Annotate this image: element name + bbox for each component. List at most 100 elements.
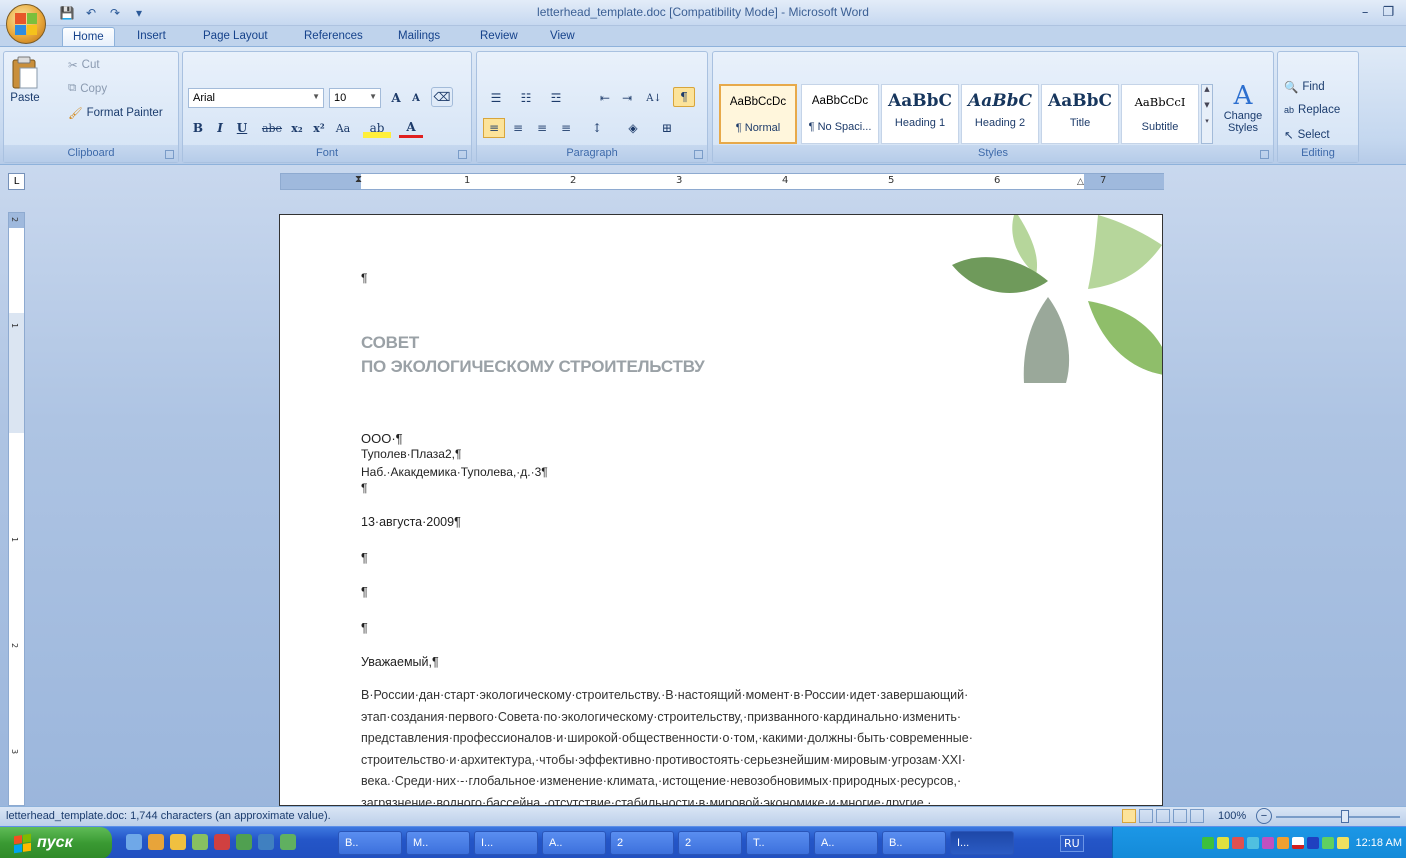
taskbar-button[interactable]: A.. (542, 831, 606, 855)
app-icon[interactable] (236, 834, 252, 850)
vertical-ruler[interactable]: 2 1 1 2 3 (8, 212, 25, 806)
taskbar-button[interactable]: B.. (882, 831, 946, 855)
sort-button[interactable]: A↓ (643, 88, 665, 108)
app-icon[interactable] (258, 834, 274, 850)
justify-icon[interactable]: ≡ (555, 118, 577, 138)
clock[interactable]: 12:18 AM (1356, 837, 1402, 849)
tab-insert[interactable]: Insert (137, 30, 166, 42)
bullets-icon[interactable]: ☰ (483, 88, 509, 108)
firefox-icon[interactable] (148, 834, 164, 850)
minimize-button[interactable]: – (1362, 5, 1369, 20)
restore-button[interactable]: ❐ (1382, 5, 1394, 20)
subscript-button[interactable]: x₂ (287, 118, 307, 138)
select-button[interactable]: ↖ Select (1284, 128, 1330, 142)
grow-font-button[interactable]: A (387, 88, 405, 108)
media-icon[interactable] (214, 834, 230, 850)
right-indent-marker-icon[interactable]: △ (1077, 177, 1084, 187)
format-painter-button[interactable]: 🖌 Format Painter (68, 106, 163, 120)
draft-icon[interactable] (1190, 809, 1204, 823)
paragraph-launcher-icon[interactable] (694, 150, 703, 159)
tab-review[interactable]: Review (480, 30, 518, 42)
font-launcher-icon[interactable] (458, 150, 467, 159)
tab-references[interactable]: References (304, 30, 363, 42)
font-name-combo[interactable]: Arial ▼ (188, 88, 324, 108)
globe-icon[interactable] (192, 834, 208, 850)
style-normal[interactable]: AaBbCcDc ¶ Normal (719, 84, 797, 144)
align-left-icon[interactable]: ≡ (483, 118, 505, 138)
replace-button[interactable]: ab Replace (1284, 104, 1340, 116)
tray-icon[interactable] (1231, 837, 1244, 849)
shrink-font-button[interactable]: A (407, 88, 425, 108)
taskbar-button[interactable]: 2 (610, 831, 674, 855)
tray-icon[interactable] (1321, 837, 1334, 849)
align-center-icon[interactable]: ≡ (507, 118, 529, 138)
sun-icon[interactable] (170, 834, 186, 850)
volume-icon[interactable] (1336, 837, 1349, 849)
tray-icon[interactable] (1261, 837, 1274, 849)
clipboard-launcher-icon[interactable] (165, 150, 174, 159)
taskbar-button[interactable]: I... (474, 831, 538, 855)
bold-button[interactable]: B (189, 118, 207, 138)
taskbar-button[interactable]: A.. (814, 831, 878, 855)
styles-scroll-icon[interactable]: ▲ ▼ ▾ (1201, 84, 1213, 144)
app-icon[interactable] (280, 834, 296, 850)
taskbar-button[interactable]: T.. (746, 831, 810, 855)
word-count-status[interactable]: letterhead_template.doc: 1,744 character… (6, 810, 331, 822)
taskbar-button[interactable]: 2 (678, 831, 742, 855)
tray-icon[interactable] (1306, 837, 1319, 849)
zoom-level[interactable]: 100% (1218, 810, 1246, 822)
taskbar-button[interactable]: B.. (338, 831, 402, 855)
align-right-icon[interactable]: ≡ (531, 118, 553, 138)
tab-home[interactable]: Home (62, 27, 115, 48)
paste-button[interactable]: Paste (10, 56, 40, 104)
underline-button[interactable]: U (233, 118, 251, 138)
show-formatting-marks-button[interactable]: ¶ (673, 87, 695, 107)
superscript-button[interactable]: x² (309, 118, 329, 138)
highlight-color-icon[interactable]: ab (363, 118, 391, 138)
tray-icon[interactable] (1201, 837, 1214, 849)
font-size-combo[interactable]: 10 ▼ (329, 88, 381, 108)
clear-formatting-icon[interactable]: ⌫ (431, 87, 453, 107)
styles-launcher-icon[interactable] (1260, 150, 1269, 159)
tab-page-layout[interactable]: Page Layout (203, 30, 268, 42)
taskbar-button[interactable]: M.. (406, 831, 470, 855)
indent-marker-icon[interactable]: ⧗ (355, 174, 362, 185)
style-heading-2[interactable]: AaBbC Heading 2 (961, 84, 1039, 144)
document-page[interactable]: ¶ СОВЕТ ПО ЭКОЛОГИЧЕСКОМУ СТРОИТЕЛЬСТВУ … (279, 214, 1163, 806)
tray-icon[interactable] (1246, 837, 1259, 849)
shading-icon[interactable]: ◈ (619, 118, 647, 138)
flag-icon[interactable] (1291, 837, 1304, 849)
style-title[interactable]: AaBbC Title (1041, 84, 1119, 144)
full-screen-reading-icon[interactable] (1139, 809, 1153, 823)
taskbar-button-word[interactable]: I... (950, 831, 1014, 855)
increase-indent-icon[interactable]: ⇥ (617, 88, 637, 108)
outline-icon[interactable] (1173, 809, 1187, 823)
print-layout-icon[interactable] (1122, 809, 1136, 823)
style-subtitle[interactable]: AaBbCcI Subtitle (1121, 84, 1199, 144)
tab-mailings[interactable]: Mailings (398, 30, 440, 42)
zoom-out-icon[interactable]: − (1256, 808, 1272, 824)
tab-selector-button[interactable]: L (8, 173, 25, 190)
line-spacing-icon[interactable]: ↕ (583, 118, 611, 138)
borders-icon[interactable]: ⊞ (653, 118, 681, 138)
tab-view[interactable]: View (550, 30, 575, 42)
italic-button[interactable]: I (211, 118, 229, 138)
tray-icon[interactable] (1276, 837, 1289, 849)
zoom-slider-thumb[interactable] (1341, 810, 1349, 823)
decrease-indent-icon[interactable]: ⇤ (595, 88, 615, 108)
font-color-icon[interactable]: A (399, 118, 423, 138)
style-no-spacing[interactable]: AaBbCcDc ¶ No Spaci... (801, 84, 879, 144)
office-button[interactable] (6, 4, 46, 44)
horizontal-ruler[interactable]: ⧗ 1 2 3 4 5 6 7 △ (280, 173, 1164, 190)
language-indicator[interactable]: RU (1060, 835, 1084, 852)
tray-icon[interactable] (1216, 837, 1229, 849)
multilevel-list-icon[interactable]: ☲ (543, 88, 569, 108)
style-heading-1[interactable]: AaBbC Heading 1 (881, 84, 959, 144)
numbering-icon[interactable]: ☷ (513, 88, 539, 108)
copy-button[interactable]: ⧉ Copy (68, 82, 107, 95)
zoom-slider[interactable] (1276, 816, 1400, 818)
find-button[interactable]: 🔍 Find (1284, 80, 1325, 94)
strikethrough-button[interactable]: abe (259, 118, 285, 138)
show-desktop-icon[interactable] (126, 834, 142, 850)
start-button[interactable]: пуск (0, 827, 112, 858)
